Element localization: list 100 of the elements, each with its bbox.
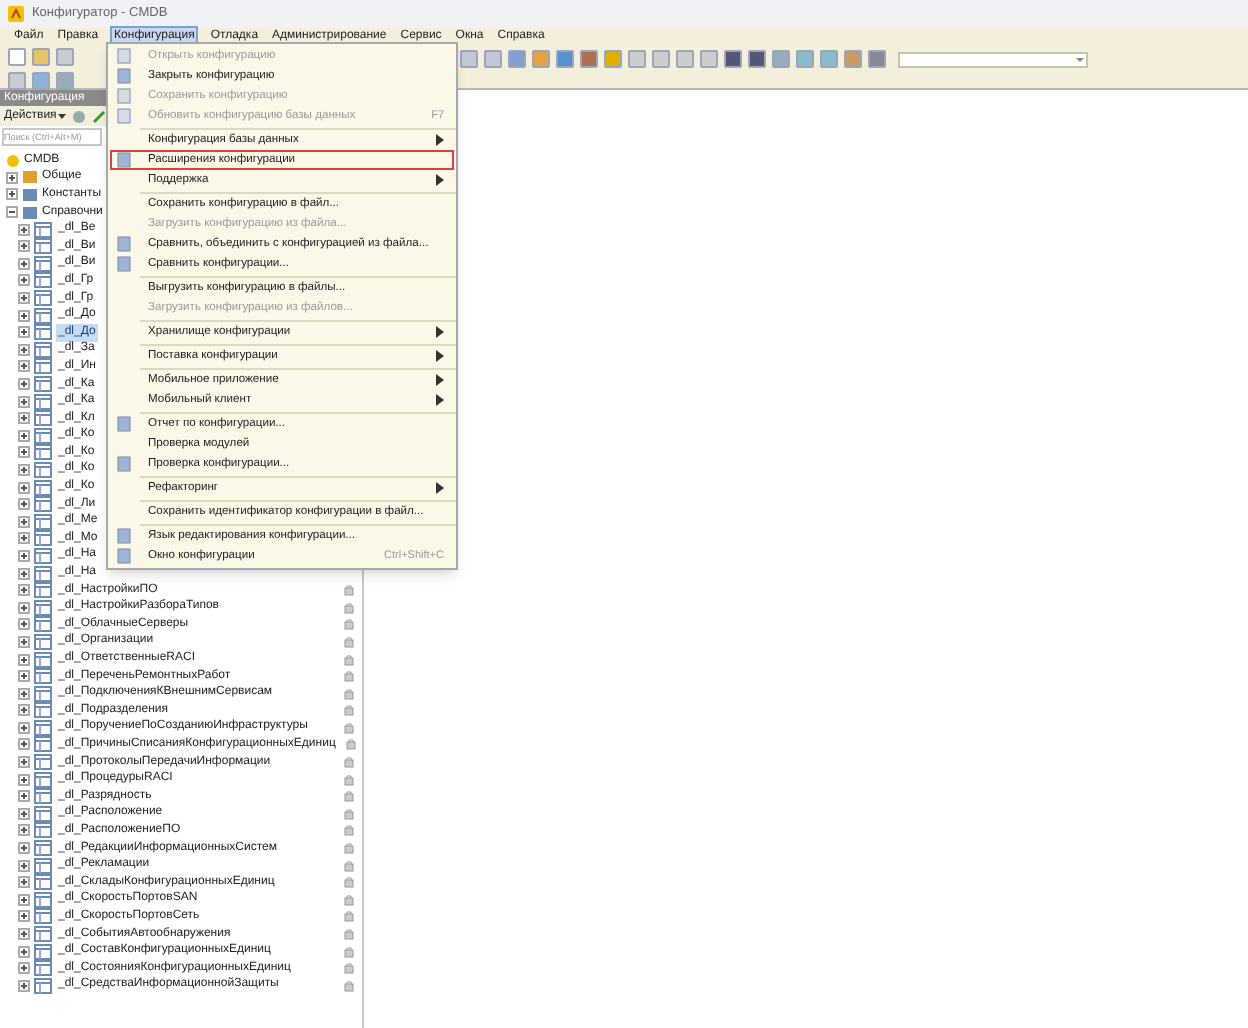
table-icon [34, 874, 52, 891]
table-icon [34, 358, 52, 375]
table-icon [34, 496, 52, 513]
table-icon [34, 702, 52, 719]
table-icon [34, 341, 52, 358]
app-logo-icon [8, 6, 24, 22]
table-icon [34, 960, 52, 977]
table-icon [34, 599, 52, 616]
expand-icon[interactable] [18, 653, 30, 666]
expand-icon[interactable] [18, 738, 30, 751]
expand-icon[interactable] [18, 721, 30, 734]
submenu-arrow-icon [436, 482, 444, 494]
expand-icon[interactable] [18, 515, 30, 528]
table-icon [34, 891, 52, 908]
expand-icon[interactable] [18, 910, 30, 923]
expand-icon[interactable] [18, 773, 30, 786]
expand-icon[interactable] [18, 584, 30, 597]
table-icon [34, 444, 52, 461]
table-icon [34, 736, 52, 753]
table-icon [34, 479, 52, 496]
table-icon [34, 582, 52, 599]
expand-icon[interactable] [18, 635, 30, 648]
expand-icon[interactable] [18, 567, 30, 580]
menu-item-icon [116, 416, 132, 432]
expand-icon[interactable] [18, 687, 30, 700]
expand-icon[interactable] [18, 326, 30, 339]
expand-icon[interactable] [18, 343, 30, 356]
table-icon [34, 788, 52, 805]
expand-icon[interactable] [18, 928, 30, 941]
expand-icon[interactable] [18, 842, 30, 855]
table-icon [34, 908, 52, 925]
caret-icon [58, 112, 67, 120]
expand-icon[interactable] [18, 756, 30, 769]
expand-icon[interactable] [18, 257, 30, 270]
table-icon [34, 530, 52, 547]
expand-icon[interactable] [18, 549, 30, 562]
table-icon [34, 651, 52, 668]
expand-icon[interactable] [18, 395, 30, 408]
table-icon [34, 307, 52, 324]
table-icon [34, 565, 52, 582]
expand-icon[interactable] [18, 240, 30, 253]
menu-item-icon [116, 152, 132, 168]
table-icon [34, 547, 52, 564]
expand-icon[interactable] [18, 876, 30, 889]
expand-icon[interactable] [18, 532, 30, 545]
expand-icon[interactable] [18, 859, 30, 872]
expand-icon[interactable] [18, 309, 30, 322]
table-icon [34, 943, 52, 960]
expand-icon[interactable] [18, 292, 30, 305]
expand-icon[interactable] [18, 945, 30, 958]
expand-icon[interactable] [18, 824, 30, 837]
table-icon [34, 822, 52, 839]
table-icon [34, 685, 52, 702]
table-icon [34, 616, 52, 633]
table-icon [34, 719, 52, 736]
expand-icon[interactable] [18, 446, 30, 459]
expand-icon[interactable] [18, 670, 30, 683]
table-icon [34, 840, 52, 857]
expand-icon[interactable] [18, 498, 30, 511]
expand-icon[interactable] [18, 704, 30, 717]
table-icon [34, 324, 52, 341]
expand-icon[interactable] [18, 618, 30, 631]
menu-item-icon [116, 456, 132, 472]
table-icon [34, 513, 52, 530]
expand-icon[interactable] [18, 360, 30, 373]
table-icon [34, 393, 52, 410]
expand-icon[interactable] [18, 807, 30, 820]
submenu-arrow-icon [436, 174, 444, 186]
submenu-arrow-icon [436, 134, 444, 146]
expand-icon[interactable] [18, 463, 30, 476]
expand-icon[interactable] [18, 412, 30, 425]
table-icon [34, 805, 52, 822]
expand-icon[interactable] [6, 188, 18, 201]
table-icon [34, 668, 52, 685]
table-icon [34, 754, 52, 771]
table-icon [34, 376, 52, 393]
expand-icon[interactable] [18, 274, 30, 287]
table-icon [34, 290, 52, 307]
database-icon [6, 153, 20, 168]
expand-icon[interactable] [18, 979, 30, 992]
expand-icon[interactable] [18, 893, 30, 906]
table-icon [34, 238, 52, 255]
expand-icon[interactable] [18, 962, 30, 975]
expand-icon[interactable] [18, 223, 30, 236]
expand-icon[interactable] [6, 171, 18, 184]
table-icon [34, 221, 52, 238]
expand-icon[interactable] [18, 790, 30, 803]
table-icon [34, 410, 52, 427]
expand-icon[interactable] [18, 378, 30, 391]
table-icon [34, 857, 52, 874]
collapse-icon[interactable] [6, 206, 18, 219]
expand-icon[interactable] [18, 481, 30, 494]
table-icon [34, 272, 52, 289]
table-icon [34, 427, 52, 444]
table-icon [34, 255, 52, 272]
dropdown-caret-icon [1074, 53, 1086, 65]
table-icon [34, 771, 52, 788]
expand-icon[interactable] [18, 429, 30, 442]
table-icon [34, 926, 52, 943]
expand-icon[interactable] [18, 601, 30, 614]
